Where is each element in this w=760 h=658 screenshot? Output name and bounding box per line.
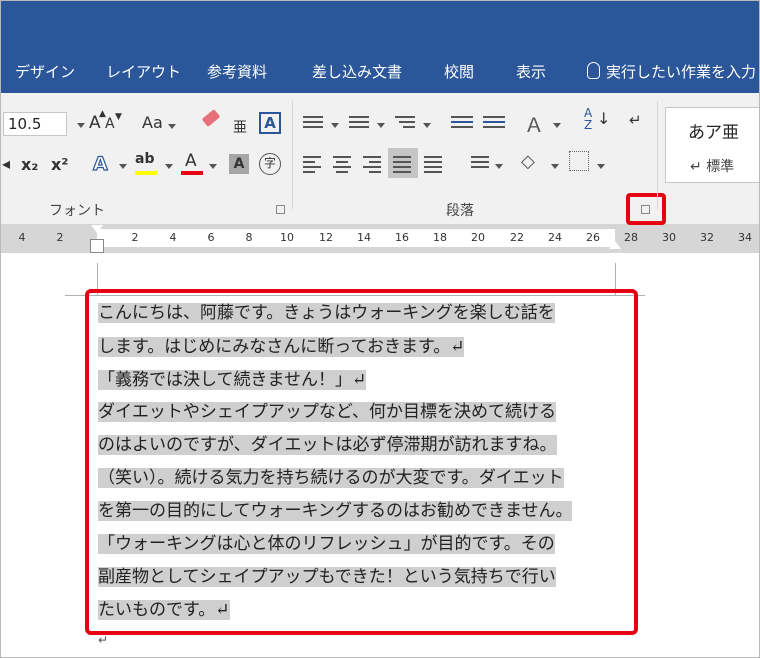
font-color-button[interactable]: A (185, 151, 197, 171)
style-name: ↵ 標準 (690, 156, 734, 176)
borders-icon[interactable] (569, 151, 589, 171)
font-color-bar (181, 171, 203, 175)
font-dialog-launcher-icon[interactable] (276, 205, 285, 214)
subscript-button[interactable]: x₂ (21, 155, 38, 174)
highlight-dropdown-icon[interactable] (165, 164, 173, 169)
word-window: デザイン レイアウト 参考資料 差し込み文書 校閲 表示 実行したい作業を入力 … (0, 0, 760, 658)
right-indent-marker[interactable] (609, 241, 621, 249)
justify-icon[interactable] (393, 153, 411, 176)
ruler-tick: 2 (131, 231, 139, 244)
lightbulb-icon (587, 62, 600, 79)
tab-design[interactable]: デザイン (15, 61, 75, 82)
superscript-button[interactable]: x² (51, 155, 68, 174)
enclose-char-button[interactable]: 字 (259, 153, 281, 175)
increase-indent-icon[interactable] (483, 113, 505, 131)
distributed-icon[interactable] (424, 153, 442, 176)
launcher-callout-box (626, 193, 666, 225)
bullets-dropdown-icon[interactable] (331, 123, 339, 128)
highlight-color-bar (135, 171, 157, 175)
eraser-icon[interactable] (201, 109, 221, 127)
tab-mailings[interactable]: 差し込み文書 (312, 61, 402, 82)
ruler-tick: 2 (56, 231, 64, 244)
tell-me-box[interactable]: 実行したい作業を入力 (587, 61, 756, 82)
left-indent-marker[interactable] (90, 239, 104, 253)
tab-references[interactable]: 参考資料 (207, 61, 267, 82)
ruler-tick: 12 (319, 231, 333, 244)
ribbon-tab-bar: デザイン レイアウト 参考資料 差し込み文書 校閲 表示 実行したい作業を入力 (1, 1, 759, 93)
borders-dropdown-icon[interactable] (597, 164, 605, 169)
shrink-font-button[interactable]: A (105, 116, 115, 132)
shading-dropdown-icon[interactable] (551, 164, 559, 169)
ruler-tick: 22 (510, 231, 524, 244)
sort-button[interactable]: AZ (584, 107, 592, 131)
ruler-tick: 34 (738, 231, 752, 244)
first-line-indent-marker[interactable] (91, 225, 103, 233)
numbering-icon[interactable] (349, 113, 369, 131)
font-size-value: 10.5 (8, 115, 42, 133)
ruler-tick: 10 (280, 231, 294, 244)
tell-me-text: 実行したい作業を入力 (606, 63, 757, 81)
ruler-tick: 6 (207, 231, 215, 244)
group-separator (292, 101, 293, 209)
font-color-dropdown-icon[interactable] (209, 164, 217, 169)
enclose-char-label: 字 (263, 156, 276, 170)
ruler-tick: 4 (18, 231, 26, 244)
tab-view[interactable]: 表示 (516, 61, 546, 82)
ribbon-home: 10.5 A ▲ A ▼ Aa 亜 A ◂ x₂ x² A ab A A 字 フ… (1, 93, 759, 225)
change-case-dropdown-icon[interactable] (168, 124, 176, 129)
paragraph-mark-icon: ↵ (690, 159, 702, 175)
ruler-tick: 24 (548, 231, 562, 244)
ruler-tick: 14 (357, 231, 371, 244)
numbering-dropdown-icon[interactable] (377, 123, 385, 128)
paragraph-mark-icon: ↵ (98, 633, 109, 647)
ruler-tick: 16 (395, 231, 409, 244)
bullets-icon[interactable] (303, 113, 323, 131)
text-effects-button[interactable]: A (92, 152, 108, 175)
char-border-label: A (264, 114, 276, 132)
ruler-tick: 30 (662, 231, 676, 244)
ruler-tick: 32 (700, 231, 714, 244)
line-spacing-dropdown-icon[interactable] (495, 164, 503, 169)
text-callout-box (85, 289, 638, 635)
horizontal-ruler[interactable]: 4 2 2 4 6 8 10 12 14 16 18 20 22 24 26 2… (1, 225, 759, 253)
align-right-icon[interactable] (363, 153, 381, 176)
align-left-icon[interactable] (303, 153, 321, 176)
style-normal[interactable]: あア亜 ↵ 標準 (665, 107, 759, 183)
text-direction-button[interactable]: Ａ (524, 109, 544, 138)
phonetic-guide-button[interactable]: 亜 (233, 117, 247, 137)
text-effects-dropdown-icon[interactable] (119, 164, 127, 169)
shading-button[interactable]: ◇ (521, 151, 535, 172)
tab-layout[interactable]: レイアウト (106, 61, 181, 82)
paragraph-group-label: 段落 (446, 203, 474, 219)
ruler-tick: 4 (169, 231, 177, 244)
text-direction-dropdown-icon[interactable] (553, 123, 561, 128)
multilevel-list-icon[interactable] (395, 113, 415, 131)
line-spacing-icon[interactable] (471, 153, 489, 171)
group-separator (657, 101, 658, 209)
shrink-arrow-icon: ▼ (115, 112, 122, 122)
font-size-input[interactable]: 10.5 (3, 112, 67, 136)
ruler-tick: 26 (586, 231, 600, 244)
char-shading-label: A (233, 156, 245, 172)
bold-button[interactable]: ◂ (2, 154, 10, 173)
tab-review[interactable]: 校閲 (444, 61, 474, 82)
font-size-dropdown-icon[interactable] (77, 123, 85, 128)
char-border-button[interactable]: A (259, 112, 281, 134)
ruler-tick: 28 (624, 231, 638, 244)
sort-arrow-icon: ↓ (597, 109, 611, 128)
char-shading-button[interactable]: A (229, 154, 249, 174)
highlight-button[interactable]: ab (135, 151, 154, 167)
ruler-tick: 20 (471, 231, 485, 244)
font-group-label: フォント (49, 203, 105, 219)
ruler-tick: 8 (245, 231, 253, 244)
align-center-icon[interactable] (333, 153, 351, 176)
change-case-button[interactable]: Aa (142, 113, 163, 132)
decrease-indent-icon[interactable] (451, 113, 473, 131)
ruler-tick: 18 (433, 231, 447, 244)
show-marks-button[interactable]: ↵ (629, 111, 642, 129)
multilevel-list-dropdown-icon[interactable] (423, 123, 431, 128)
style-name-label: 標準 (706, 159, 735, 175)
style-sample: あア亜 (688, 123, 739, 143)
